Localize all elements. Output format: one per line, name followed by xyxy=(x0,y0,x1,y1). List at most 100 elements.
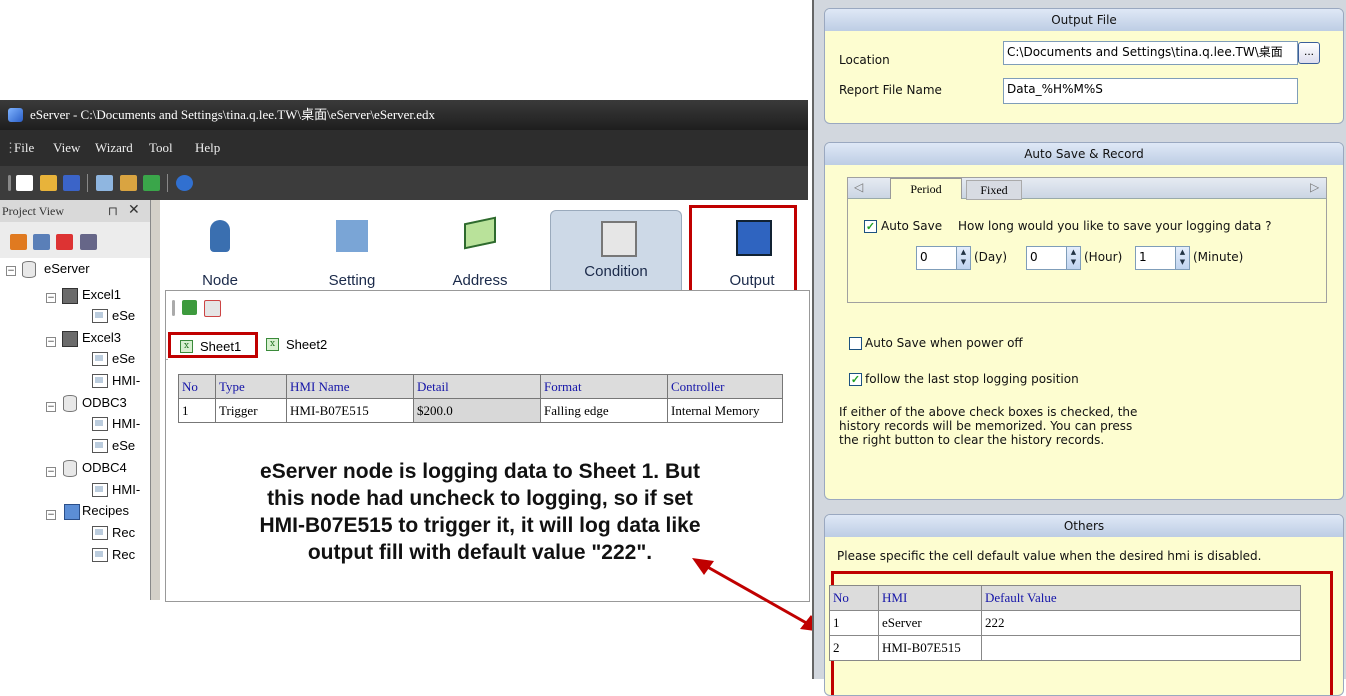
others-header[interactable]: HMI xyxy=(878,585,982,611)
grid-cell[interactable]: Falling edge xyxy=(540,398,668,423)
collapse-icon[interactable]: − xyxy=(6,266,16,276)
sheet2-tab[interactable]: x Sheet2 xyxy=(262,335,342,357)
close-icon[interactable]: ✕ xyxy=(128,200,140,222)
collapse-icon[interactable]: − xyxy=(46,402,56,412)
grid-cell[interactable]: Internal Memory xyxy=(667,398,783,423)
minute-spinner[interactable]: ▲ ▼ xyxy=(1175,246,1190,270)
tree-item-node[interactable]: eSe xyxy=(112,308,135,323)
pin-icon[interactable]: ⊓ xyxy=(108,200,118,222)
grid-header[interactable]: No xyxy=(178,374,216,399)
tree-item-odbc3[interactable]: ODBC3 xyxy=(82,395,127,410)
tree-item-node[interactable]: HMI- xyxy=(112,416,140,431)
menu-tool[interactable]: Tool xyxy=(149,140,173,156)
toolbar xyxy=(0,166,808,200)
tab-scroll-right-icon[interactable]: ▷ xyxy=(1310,180,1319,194)
grid-cell[interactable]: HMI-B07E515 xyxy=(286,398,414,423)
node-icon xyxy=(92,526,108,540)
save-icon[interactable] xyxy=(63,175,80,191)
grid-header[interactable]: HMI Name xyxy=(286,374,414,399)
tree-item-excel3[interactable]: Excel3 xyxy=(82,330,121,345)
tab-address[interactable]: Address xyxy=(420,210,540,294)
collapse-icon[interactable]: − xyxy=(46,293,56,303)
minute-input[interactable]: 1 xyxy=(1135,246,1178,270)
database-icon[interactable] xyxy=(120,175,137,191)
sheet1-tab[interactable]: x Sheet1 xyxy=(168,332,258,358)
follow-position-checkbox[interactable]: ✓ xyxy=(849,373,862,386)
node-icon xyxy=(92,439,108,453)
hour-input[interactable]: 0 xyxy=(1026,246,1069,270)
collapse-icon[interactable]: − xyxy=(46,510,56,520)
others-header[interactable]: No xyxy=(829,585,879,611)
others-cell[interactable] xyxy=(981,635,1301,661)
tree-item-node[interactable]: eSe xyxy=(112,438,135,453)
tab-setting[interactable]: Setting xyxy=(292,210,412,294)
tab-period[interactable]: Period xyxy=(890,178,962,199)
minute-unit-label: (Minute) xyxy=(1193,250,1244,264)
tab-fixed[interactable]: Fixed xyxy=(966,180,1022,200)
report-file-name-field[interactable]: Data_%H%M%S xyxy=(1003,78,1298,104)
tree-item-node[interactable]: Rec xyxy=(112,547,135,562)
tree-item-excel1[interactable]: Excel1 xyxy=(82,287,121,302)
auto-save-question: How long would you like to save your log… xyxy=(958,219,1272,233)
report-file-label: Report File Name xyxy=(839,83,942,97)
tree-item-node[interactable]: HMI- xyxy=(112,373,140,388)
tree-item-recipes[interactable]: Recipes xyxy=(82,503,129,518)
auto-save-checkbox[interactable]: ✓ xyxy=(864,220,877,233)
tab-node[interactable]: Node xyxy=(160,210,280,294)
grid-header[interactable]: Detail xyxy=(413,374,541,399)
grid-cell[interactable]: $200.0 xyxy=(413,398,541,423)
day-input[interactable]: 0 xyxy=(916,246,959,270)
grid-cell[interactable]: Trigger xyxy=(215,398,287,423)
excel-icon xyxy=(62,288,78,304)
collapse-icon[interactable]: − xyxy=(46,337,56,347)
node-wizard-icon[interactable] xyxy=(96,175,113,191)
location-field[interactable]: C:\Documents and Settings\tina.q.lee.TW\… xyxy=(1003,41,1298,65)
grid-header[interactable]: Type xyxy=(215,374,287,399)
open-folder-icon[interactable] xyxy=(40,175,57,191)
group-title: Others xyxy=(825,515,1343,537)
menu-wizard[interactable]: Wizard xyxy=(95,140,133,156)
delete-icon[interactable] xyxy=(56,234,73,250)
add-node-icon[interactable] xyxy=(33,234,50,250)
day-spinner[interactable]: ▲ ▼ xyxy=(956,246,971,270)
power-off-checkbox[interactable] xyxy=(849,337,862,350)
others-cell[interactable]: eServer xyxy=(878,610,982,636)
grid-header[interactable]: Format xyxy=(540,374,668,399)
others-cell[interactable]: HMI-B07E515 xyxy=(878,635,982,661)
menu-file[interactable]: File xyxy=(14,140,34,156)
tree-item-node[interactable]: Rec xyxy=(112,525,135,540)
refresh-icon[interactable] xyxy=(80,234,97,250)
day-unit-label: (Day) xyxy=(974,250,1008,264)
tab-condition[interactable]: Condition xyxy=(550,210,682,295)
table-row[interactable]: 1 eServer 222 xyxy=(829,610,1301,636)
add-row-icon[interactable] xyxy=(182,300,197,315)
new-icon[interactable] xyxy=(16,175,33,191)
tree-item-node[interactable]: HMI- xyxy=(112,482,140,497)
others-cell[interactable]: 2 xyxy=(829,635,879,661)
others-cell[interactable]: 222 xyxy=(981,610,1301,636)
tab-scroll-left-icon[interactable]: ◁ xyxy=(854,180,863,194)
tree-item-eserver[interactable]: eServer xyxy=(44,261,90,276)
hour-spinner[interactable]: ▲ ▼ xyxy=(1066,246,1081,270)
app-icon xyxy=(8,108,23,122)
browse-button[interactable]: ... xyxy=(1298,42,1320,64)
menu-help[interactable]: Help xyxy=(195,140,220,156)
grid-header[interactable]: Controller xyxy=(667,374,783,399)
sheet2-label: Sheet2 xyxy=(286,337,328,352)
edit-icon[interactable] xyxy=(10,234,27,250)
collapse-icon[interactable]: − xyxy=(46,467,56,477)
grid-cell[interactable]: 1 xyxy=(178,398,216,423)
table-row[interactable]: 2 HMI-B07E515 xyxy=(829,635,1301,661)
help-icon[interactable] xyxy=(176,175,193,191)
tree-item-node[interactable]: eSe xyxy=(112,351,135,366)
tree-item-odbc4[interactable]: ODBC4 xyxy=(82,460,127,475)
run-icon[interactable] xyxy=(143,175,160,191)
table-row[interactable]: 1 Trigger HMI-B07E515 $200.0 Falling edg… xyxy=(178,398,783,423)
delete-row-icon[interactable] xyxy=(204,300,221,317)
sheet-tabs: x Sheet1 x Sheet2 xyxy=(168,330,808,360)
database-icon xyxy=(63,395,77,412)
others-cell[interactable]: 1 xyxy=(829,610,879,636)
auto-save-group: Auto Save & Record ◁ Period Fixed ▷ ✓ Au… xyxy=(824,142,1344,500)
menu-view[interactable]: View xyxy=(53,140,80,156)
others-header[interactable]: Default Value xyxy=(981,585,1301,611)
